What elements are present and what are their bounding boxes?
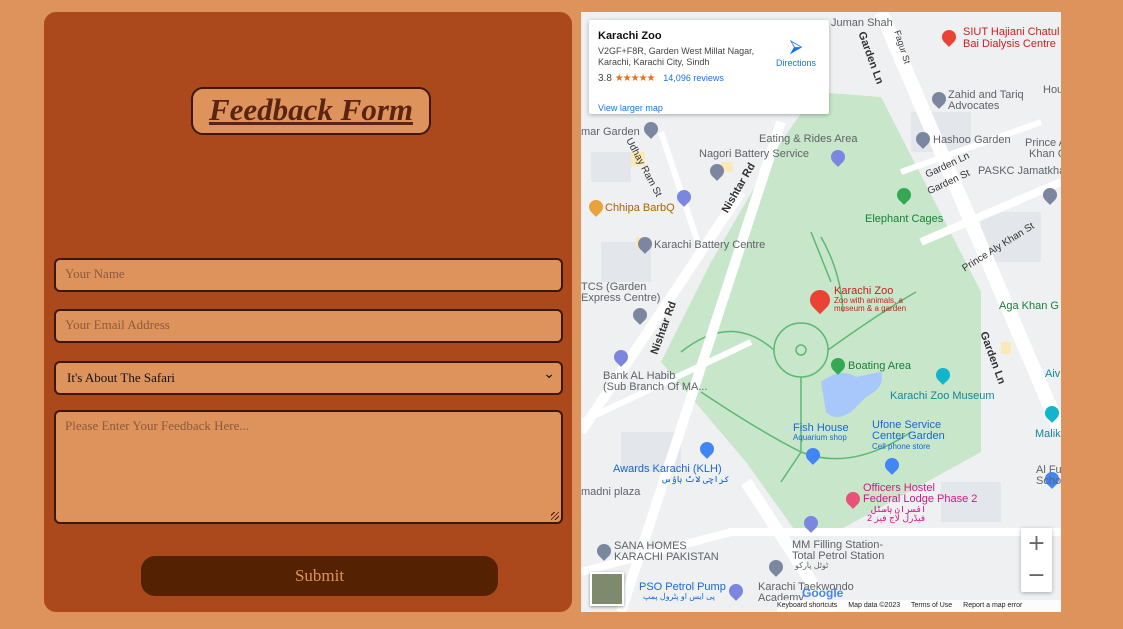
map-label: پی ایس او پٹرول پمپ [643,592,715,601]
terms-link[interactable]: Terms of Use [911,602,952,609]
topic-selected-value: It's About The Safari [67,370,175,385]
map-label: museum & a garden [834,304,907,313]
satellite-toggle-button[interactable] [590,572,624,606]
map-label: Advocates [948,100,1000,112]
map-embed[interactable]: Karachi Zoo V2GF+F8R, Garden West Millat… [581,12,1061,612]
view-larger-map-link[interactable]: View larger map [598,103,663,113]
map-data-text: Map data ©2023 [848,602,901,609]
map-label: Scho [1036,475,1061,487]
map-label: ٹوٹل پارکو [795,561,829,570]
rating-value: 3.8 [598,73,612,84]
topic-select[interactable]: It's About The Safari ⌄ [54,361,563,395]
map-label: Khan C [1029,148,1061,160]
directions-label: Directions [775,58,816,68]
map-label: Cell phone store [872,442,931,451]
map-label: Aga Khan G [999,300,1059,312]
zoom-control: + − [1021,528,1052,592]
map-label: Eating & Rides Area [759,133,858,145]
name-placeholder: Your Name [65,266,125,281]
map-label: KARACHI PAKISTAN [614,551,719,563]
map-label: Aiv [1045,368,1061,380]
form-title: Feedback Form [208,92,414,127]
map-label: PASKC Jamatkhan [978,165,1061,177]
keyboard-shortcuts-link[interactable]: Keyboard shortcuts [777,602,837,609]
place-address: V2GF+F8R, Garden West Millat Nagar, Kara… [598,46,755,67]
map-label: Center Garden [872,430,945,442]
map-label: Hashoo Garden [933,134,1011,146]
resize-handle-icon[interactable] [551,512,559,520]
email-placeholder: Your Email Address [65,317,170,332]
map-label: Express Centre) [581,292,661,304]
map-label: Bai Dialysis Centre [963,38,1056,50]
feedback-textarea[interactable]: Please Enter Your Feedback Here... [54,410,563,524]
map-label: Elephant Cages [865,213,944,225]
map-label: Hou [1043,84,1061,96]
place-info-card: Karachi Zoo V2GF+F8R, Garden West Millat… [589,20,829,114]
map-label: Malik [1035,428,1061,440]
star-rating-icon: ★★★★★ [614,73,656,84]
email-input[interactable]: Your Email Address [54,309,563,343]
zoom-in-button[interactable]: + [1021,528,1052,560]
map-label: Karachi Zoo Museum [890,390,995,402]
reviews-link[interactable]: 14,096 reviews [663,73,724,83]
directions-icon: ⮚ [789,36,803,57]
map-label: کراچی لاٹ ہاؤس [661,474,730,484]
map-label: Karachi Battery Centre [654,239,766,251]
chevron-down-icon: ⌄ [543,366,555,382]
map-label: Nagori Battery Service [699,148,810,160]
feedback-panel: Feedback Form Your Name Your Email Addre… [44,12,572,612]
map-label: Juman Shah [831,17,893,29]
place-name: Karachi Zoo [598,30,662,42]
submit-button[interactable]: Submit [141,556,498,596]
map-label: فیڈرل لاج فیز 2 [867,513,926,523]
name-input[interactable]: Your Name [54,258,563,292]
map-label: SIUT Hajiani Chatul [963,26,1060,38]
form-title-box: Feedback Form [191,87,431,135]
place-rating: 3.8 ★★★★★ 14,096 reviews [598,73,724,84]
google-logo: Google [802,586,844,600]
map-label: Boating Area [848,360,911,372]
map-label: Chhipa BarbQ [605,202,675,214]
map-footer: Keyboard shortcuts Map data ©2023 Terms … [777,600,1061,612]
report-error-link[interactable]: Report a map error [963,602,1022,609]
map-label: Aquarium shop [793,433,847,442]
map-label: (Sub Branch Of MA... [603,381,708,393]
map-label: madni plaza [581,486,641,498]
feedback-placeholder: Please Enter Your Feedback Here... [65,418,250,433]
directions-button[interactable]: ⮚ Directions [772,36,820,69]
zoom-out-button[interactable]: − [1021,560,1052,592]
